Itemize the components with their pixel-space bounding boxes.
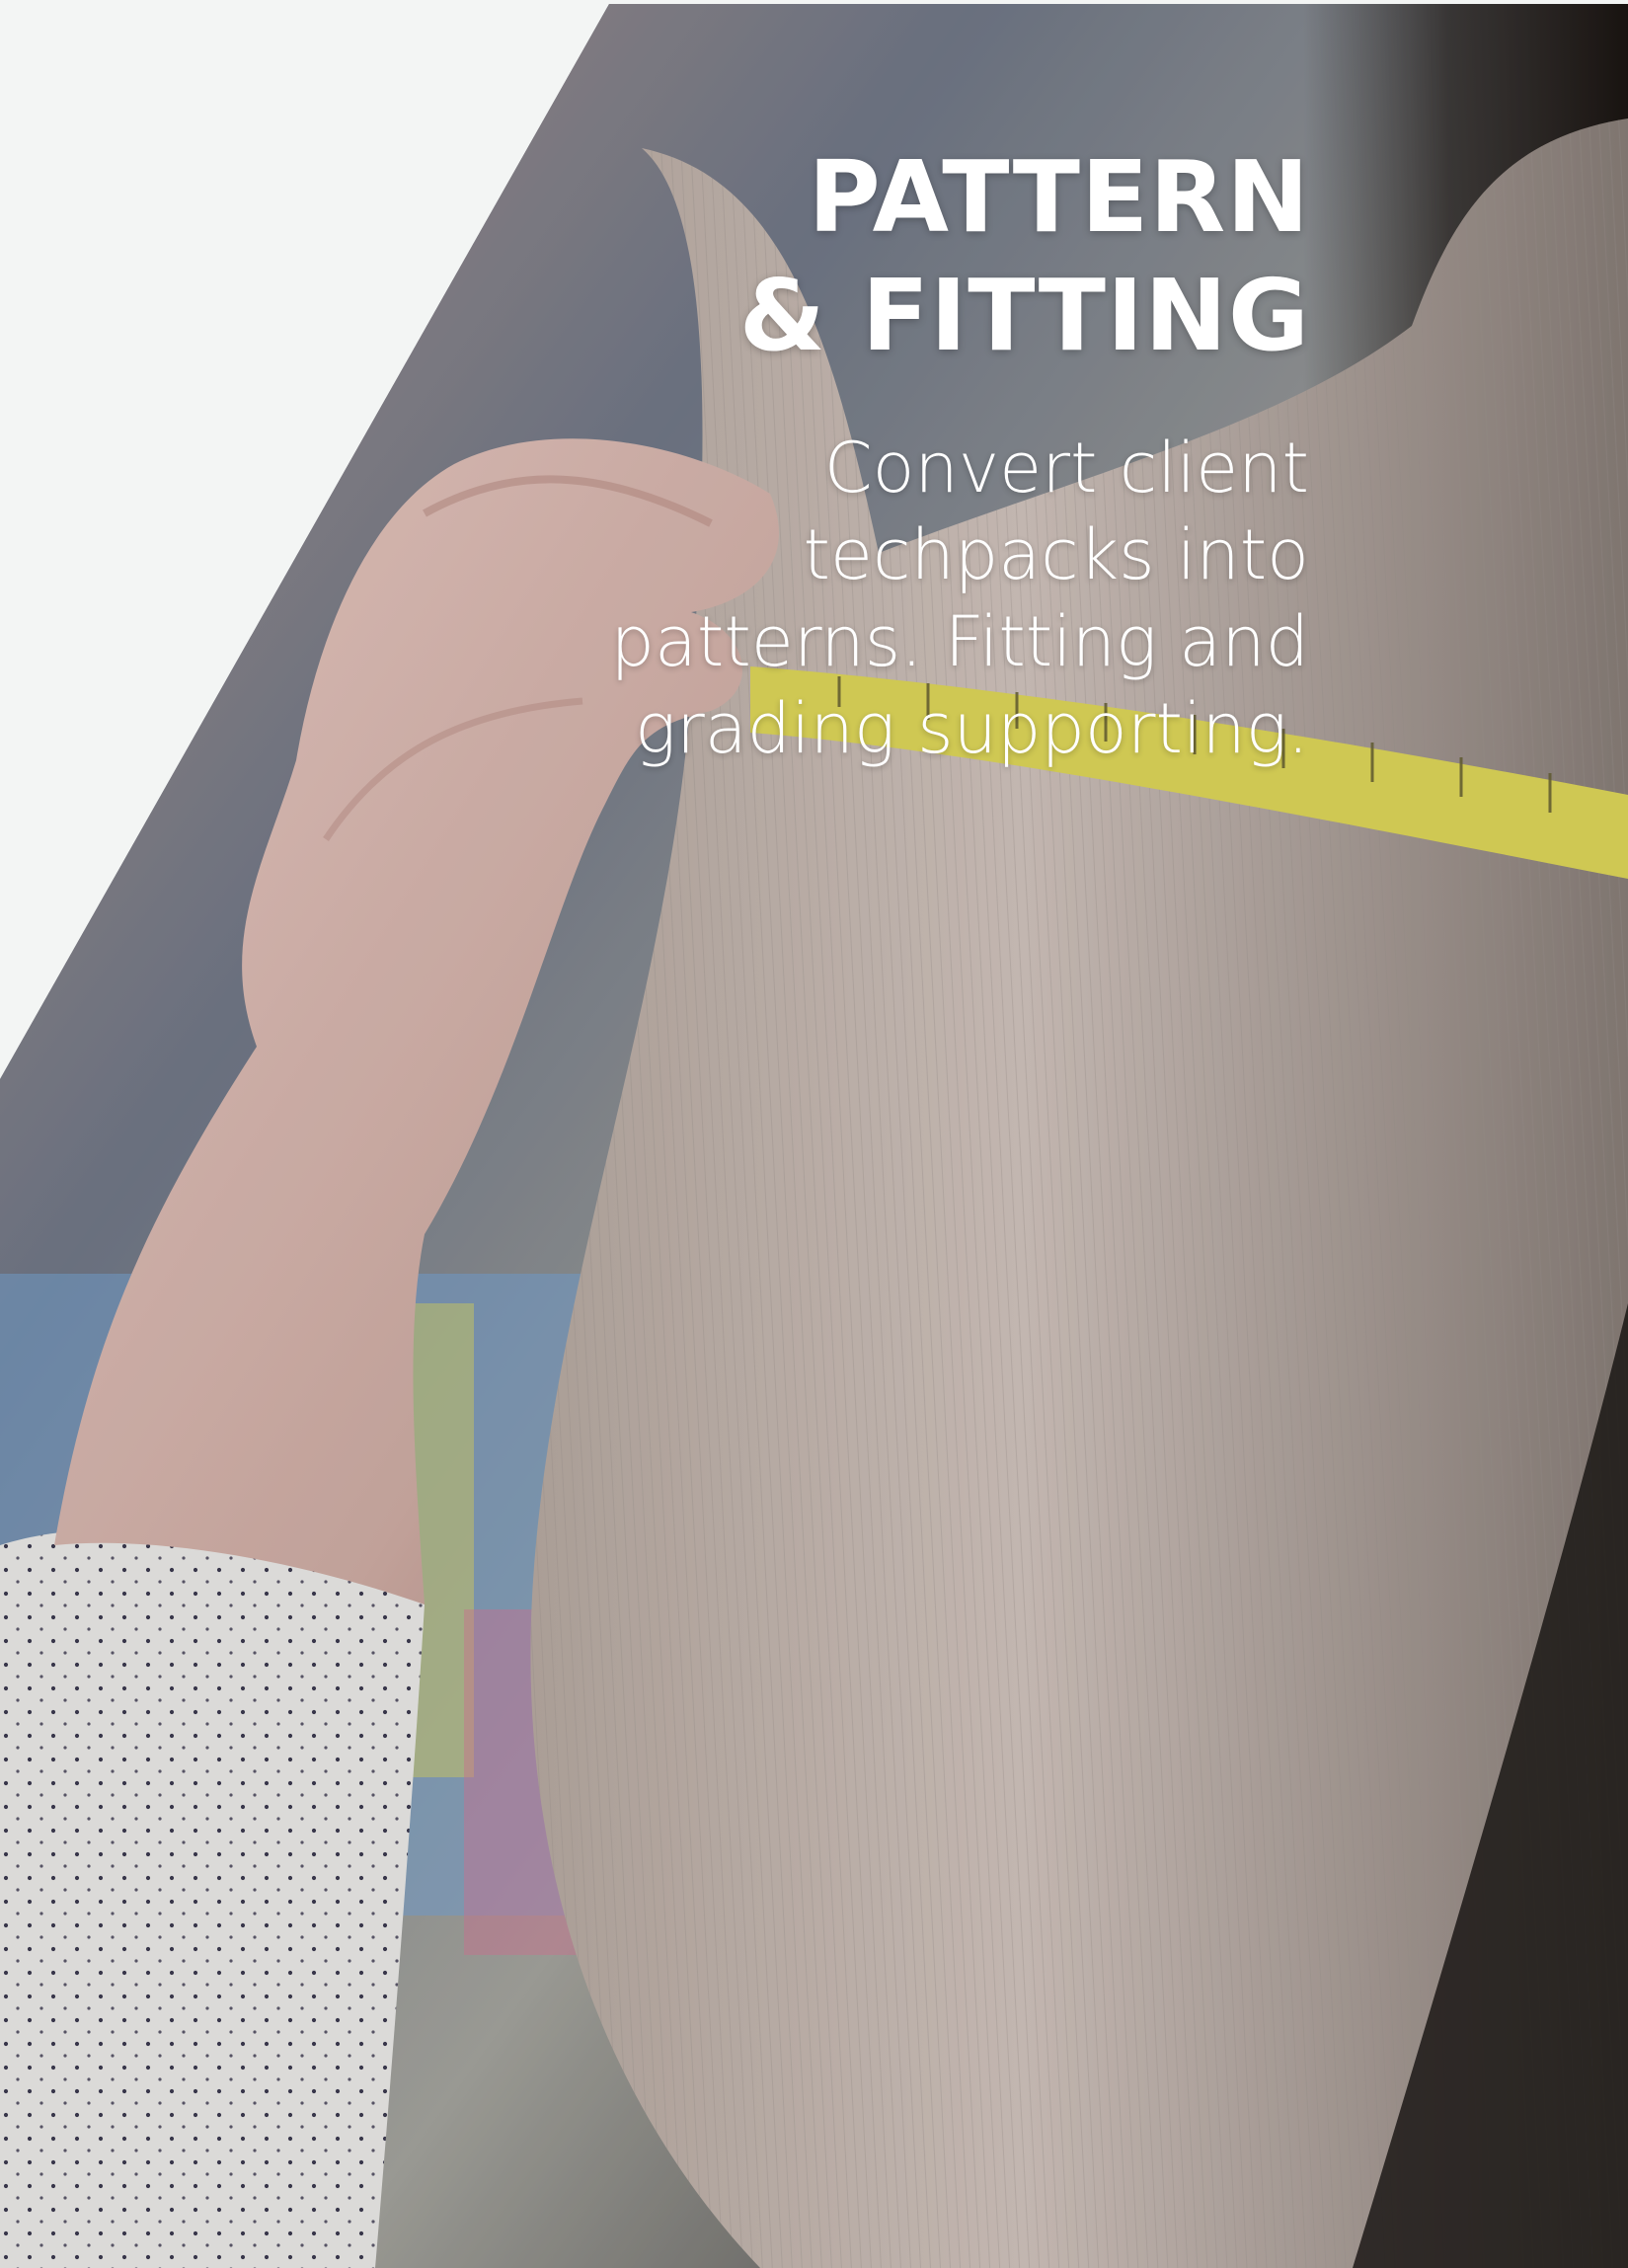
title-line-fitting: & FITTING [738,258,1310,373]
service-description: Convert client techpacks into patterns. … [421,425,1309,772]
page-title: PATTERN & FITTING [422,138,1310,375]
description-line-3: patterns. Fitting and [610,601,1309,682]
description-line-4: grading supporting. [634,688,1309,769]
description-line-1: Convert client [823,428,1309,508]
description-line-2: techpacks into [803,514,1309,595]
pattern-fitting-page: PATTERN & FITTING Convert client techpac… [0,0,1628,2268]
title-line-pattern: PATTERN [808,139,1310,255]
